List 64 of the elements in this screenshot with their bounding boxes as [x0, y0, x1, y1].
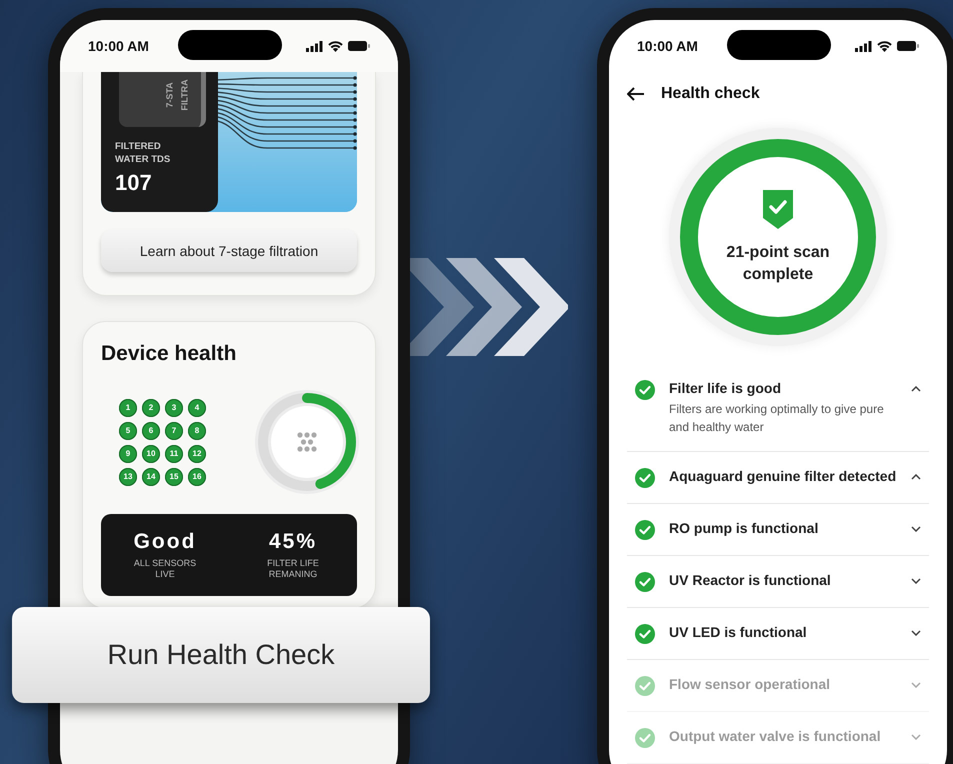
- sensor-indicator: 6: [142, 422, 160, 440]
- sensor-indicator: 8: [188, 422, 206, 440]
- sensor-indicator: 10: [142, 444, 160, 462]
- check-circle-icon: [635, 728, 655, 748]
- check-circle-icon: [635, 520, 655, 540]
- screen-title: Health check: [661, 85, 760, 103]
- caret-down-icon[interactable]: [911, 526, 921, 532]
- stat-value: Good: [134, 530, 196, 554]
- check-circle-icon: [635, 624, 655, 644]
- check-title: Flow sensor operational: [669, 676, 832, 692]
- stat-label: ALL SENSORS LIVE: [132, 558, 198, 580]
- sensor-indicator: 3: [165, 398, 183, 416]
- sensor-indicator: 5: [119, 422, 137, 440]
- check-title: UV LED is functional: [669, 624, 808, 640]
- caret-down-icon[interactable]: [911, 578, 921, 584]
- learn-filtration-button[interactable]: Learn about 7-stage filtration: [101, 229, 357, 272]
- check-circle-icon: [635, 676, 655, 696]
- cartridge-label: FILTRA: [180, 79, 190, 111]
- check-row[interactable]: Aquaguard genuine filter detected: [627, 452, 929, 504]
- sensor-indicator: 7: [165, 422, 183, 440]
- sensor-indicator: 11: [165, 444, 183, 462]
- card-title: Device health: [101, 342, 238, 366]
- check-description: Filters are working optimally to give pure and healthy water: [669, 401, 885, 436]
- signal-icon: [306, 40, 323, 52]
- battery-icon: [897, 41, 919, 51]
- check-row[interactable]: RO pump is functional: [627, 504, 929, 556]
- sensor-indicator: 13: [119, 468, 137, 486]
- stat-label: FILTER LIFE REMANING: [266, 558, 320, 580]
- check-title: Aquaguard genuine filter detected: [669, 468, 897, 484]
- battery-icon: [348, 41, 370, 51]
- sensor-indicator: 9: [119, 444, 137, 462]
- check-row[interactable]: UV LED is functional: [627, 608, 929, 660]
- sensor-indicator: 2: [142, 398, 160, 416]
- check-circle-icon: [635, 380, 655, 400]
- sensor-indicator: 4: [188, 398, 206, 416]
- tds-value: 107: [115, 170, 153, 196]
- caret-down-icon[interactable]: [911, 630, 921, 636]
- run-health-check-button[interactable]: Run Health Check: [12, 607, 430, 703]
- check-row[interactable]: Filter life is good Filters are working optimally to give pure and healthy water: [627, 364, 929, 452]
- check-title: Filter life is good: [669, 380, 782, 396]
- back-arrow-icon[interactable]: [627, 87, 645, 101]
- scan-status-text: 21-point scan complete: [725, 242, 831, 285]
- shield-check-icon: [761, 188, 795, 230]
- caret-up-icon[interactable]: [911, 474, 921, 480]
- check-circle-icon: [635, 468, 655, 488]
- status-time: 10:00 AM: [637, 38, 698, 54]
- sensor-indicator: 14: [142, 468, 160, 486]
- sensor-indicator: 1: [119, 398, 137, 416]
- tds-label: FILTERED WATER TDS: [115, 141, 172, 166]
- check-title: UV Reactor is functional: [669, 572, 832, 588]
- check-title: Output water valve is functional: [669, 728, 882, 744]
- wifi-icon: [328, 40, 343, 52]
- sensor-indicator: 12: [188, 444, 206, 462]
- check-title: RO pump is functional: [669, 520, 820, 536]
- check-circle-icon: [635, 572, 655, 592]
- signal-icon: [855, 40, 872, 52]
- caret-up-icon[interactable]: [911, 386, 921, 392]
- check-row[interactable]: UV Reactor is functional: [627, 556, 929, 608]
- sensor-indicator: 15: [165, 468, 183, 486]
- status-time: 10:00 AM: [88, 38, 149, 54]
- stat-value: 45%: [268, 530, 318, 554]
- cartridge-label: 7-STA: [164, 82, 175, 108]
- sensor-indicator: 16: [188, 468, 206, 486]
- wifi-icon: [877, 40, 892, 52]
